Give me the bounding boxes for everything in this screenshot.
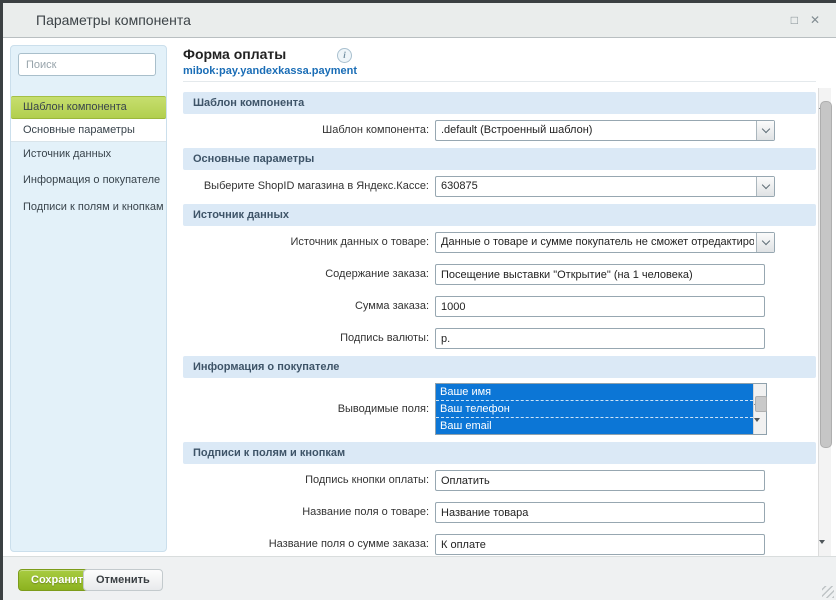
maximize-icon[interactable]: □: [791, 14, 798, 26]
field-label: Подпись валюты:: [175, 328, 435, 349]
chevron-down-icon[interactable]: [756, 121, 774, 140]
window-controls: □ ✕: [791, 3, 820, 37]
shopid-select[interactable]: 630875: [435, 176, 775, 197]
multiselect-options: Ваше имя Ваш телефон Ваш email: [436, 384, 753, 434]
component-name: mibok:pay.yandexkassa.payment: [183, 65, 813, 77]
field-label: Название поля о сумме заказа:: [175, 534, 435, 555]
multiselect-scrollbar: [753, 384, 766, 434]
window-border-left: [0, 0, 3, 600]
product-data-source-select[interactable]: Данные о товаре и сумме покупатель не см…: [435, 232, 775, 253]
component-parameters-dialog: Параметры компонента □ ✕ Шаблон компонен…: [0, 0, 836, 600]
close-icon[interactable]: ✕: [810, 14, 820, 26]
form-row: Подпись кнопки оплаты:: [175, 470, 818, 491]
form-scroll-area: Шаблон компонента Шаблон компонента: .de…: [175, 88, 818, 556]
select-value: Данные о товаре и сумме покупатель не см…: [441, 233, 754, 252]
sidebar-item-buyer-info[interactable]: Информация о покупателе: [11, 169, 166, 191]
field-label: Сумма заказа:: [175, 296, 435, 317]
multiselect-option-name[interactable]: Ваше имя: [436, 384, 753, 401]
form-row: Выводимые поля: Ваше имя Ваш телефон Ваш…: [175, 383, 818, 435]
field-label: Название поля о товаре:: [175, 502, 435, 523]
product-field-name-field[interactable]: [435, 502, 765, 523]
chevron-down-icon[interactable]: [756, 177, 774, 196]
sidebar-item-main-params[interactable]: Основные параметры: [11, 119, 166, 142]
sidebar-item-data-source[interactable]: Источник данных: [11, 143, 166, 165]
field-label: Содержание заказа:: [175, 264, 435, 285]
scroll-up-icon[interactable]: [819, 88, 831, 100]
order-sum-field-name-field[interactable]: [435, 534, 765, 555]
multiselect-option-email[interactable]: Ваш email: [436, 418, 753, 434]
section-header-captions: Подписи к полям и кнопкам: [183, 442, 816, 464]
multiselect-scroll-thumb[interactable]: [755, 396, 767, 412]
pay-button-caption-field[interactable]: [435, 470, 765, 491]
main-scroll-thumb[interactable]: [820, 101, 832, 448]
cancel-button[interactable]: Отменить: [83, 569, 163, 591]
dialog-title: Параметры компонента: [36, 3, 191, 37]
section-header-data-source: Источник данных: [183, 204, 816, 226]
scroll-down-icon[interactable]: [819, 544, 831, 556]
field-label: Шаблон компонента:: [175, 120, 435, 141]
field-label: Выберите ShopID магазина в Яндекс.Кассе:: [175, 176, 435, 197]
field-label: Источник данных о товаре:: [175, 232, 435, 253]
form-row: Название поля о сумме заказа:: [175, 534, 818, 555]
component-header: Форма оплаты i mibok:pay.yandexkassa.pay…: [183, 46, 813, 77]
multiselect-option-phone[interactable]: Ваш телефон: [436, 401, 753, 418]
form-row: Выберите ShopID магазина в Яндекс.Кассе:…: [175, 176, 818, 197]
field-label: Выводимые поля:: [175, 399, 435, 420]
info-icon[interactable]: i: [337, 48, 352, 63]
chevron-down-icon[interactable]: [756, 233, 774, 252]
field-label: Подпись кнопки оплаты:: [175, 470, 435, 491]
search-input[interactable]: [18, 53, 156, 76]
scroll-up-icon[interactable]: [754, 384, 766, 396]
currency-label-field[interactable]: [435, 328, 765, 349]
order-content-field[interactable]: [435, 264, 765, 285]
form-row: Шаблон компонента: .default (Встроенный …: [175, 120, 818, 141]
sidebar: Шаблон компонента Основные параметры Ист…: [10, 45, 167, 552]
component-title: Форма оплаты: [183, 46, 813, 62]
main-scrollbar: [818, 88, 831, 556]
select-value: .default (Встроенный шаблон): [441, 121, 754, 140]
section-header-main-params: Основные параметры: [183, 148, 816, 170]
sidebar-menu: Шаблон компонента Основные параметры Ист…: [11, 96, 166, 218]
header-separator: [183, 81, 816, 82]
form-row: Содержание заказа:: [175, 264, 818, 285]
dialog-footer: Сохранить Отменить: [3, 556, 836, 600]
sidebar-item-captions[interactable]: Подписи к полям и кнопкам: [11, 196, 166, 218]
form-row: Подпись валюты:: [175, 328, 818, 349]
resize-grip-icon[interactable]: [822, 586, 834, 598]
order-sum-field[interactable]: [435, 296, 765, 317]
sidebar-item-template[interactable]: Шаблон компонента: [11, 96, 166, 119]
dialog-titlebar[interactable]: Параметры компонента □ ✕: [3, 3, 836, 38]
form-row: Название поля о товаре:: [175, 502, 818, 523]
form-row: Сумма заказа:: [175, 296, 818, 317]
scroll-down-icon[interactable]: [754, 422, 766, 434]
template-select[interactable]: .default (Встроенный шаблон): [435, 120, 775, 141]
form-row: Источник данных о товаре: Данные о товар…: [175, 232, 818, 253]
select-value: 630875: [441, 177, 754, 196]
section-header-template: Шаблон компонента: [183, 92, 816, 114]
section-header-buyer-info: Информация о покупателе: [183, 356, 816, 378]
displayed-fields-multiselect[interactable]: Ваше имя Ваш телефон Ваш email: [435, 383, 767, 435]
